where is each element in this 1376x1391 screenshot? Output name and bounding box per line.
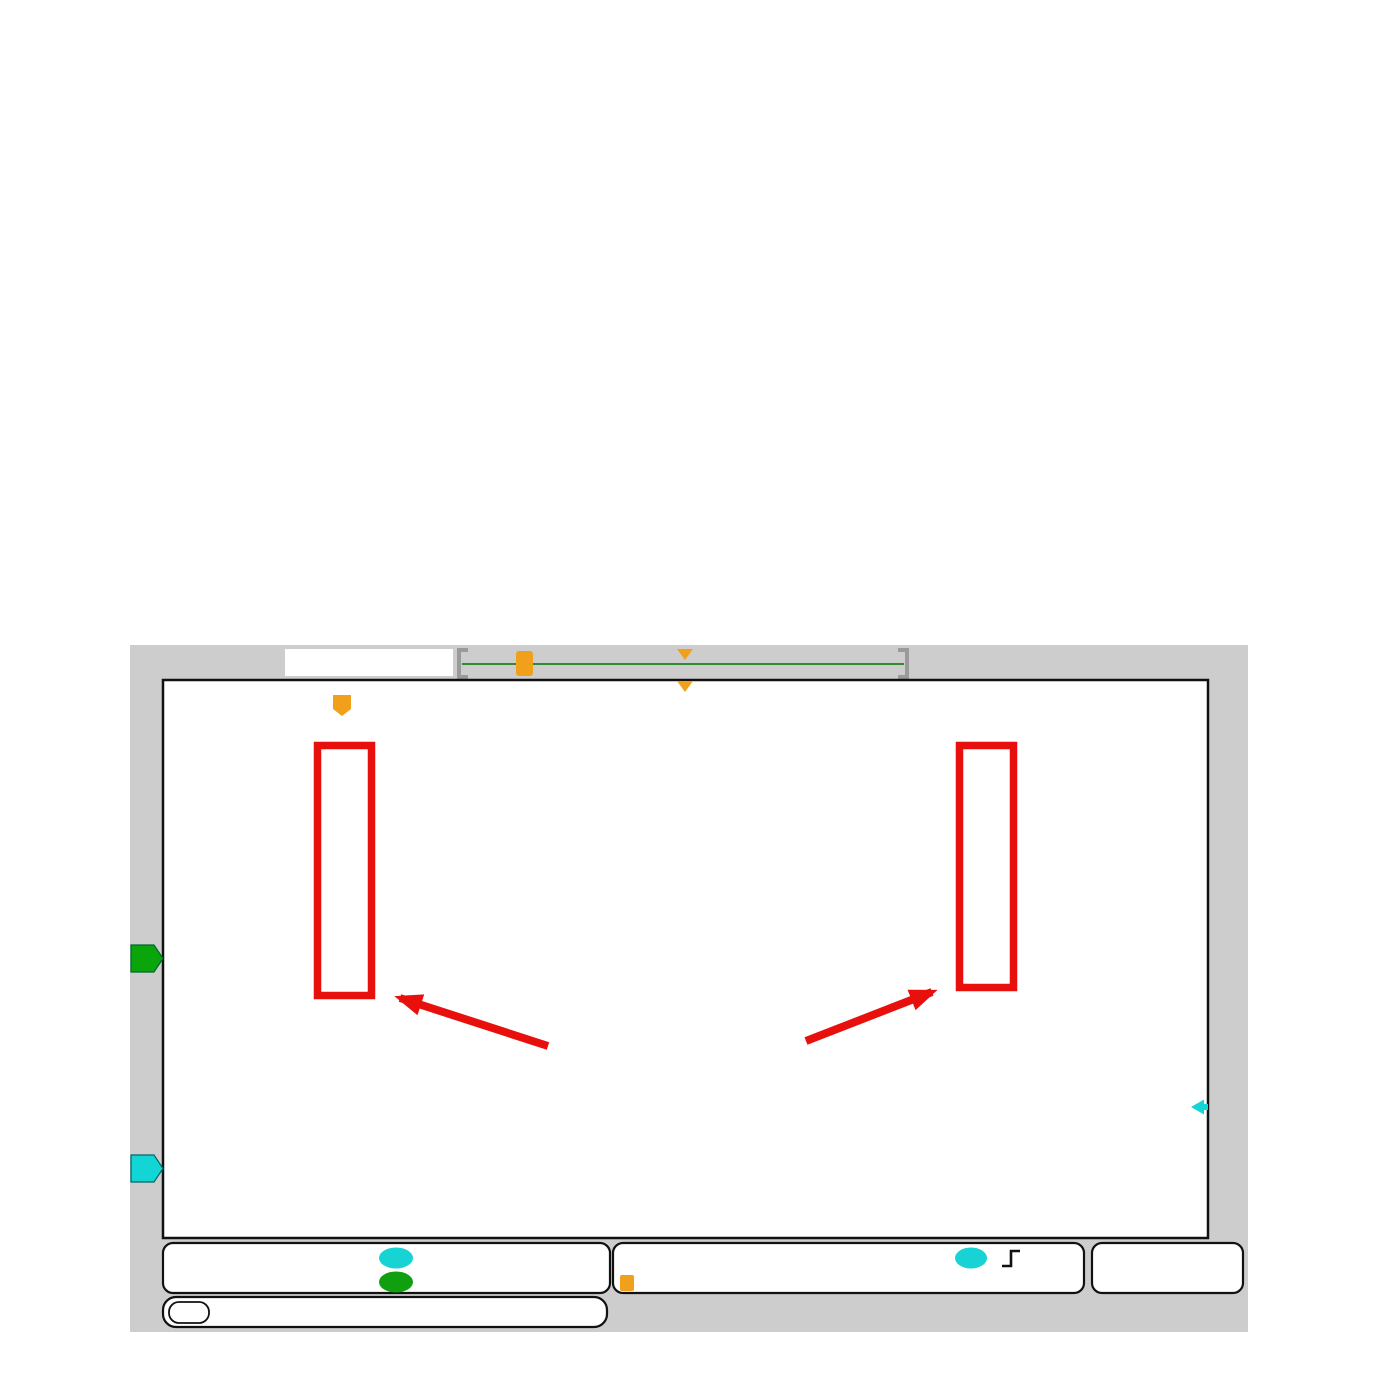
delay-t-icon xyxy=(620,1275,634,1291)
scope-menu-box xyxy=(285,649,453,676)
ch4-badge-icon xyxy=(379,1271,413,1293)
ch2-badge-icon xyxy=(379,1247,413,1269)
figure-canvas xyxy=(130,645,1248,1332)
trigger-position-tag-icon xyxy=(516,651,533,676)
ref-readout-box xyxy=(161,1295,609,1329)
oscilloscope-screenshot xyxy=(130,645,1248,1332)
trigger-source-badge-icon xyxy=(955,1247,987,1269)
datetime-box xyxy=(1090,1241,1245,1295)
